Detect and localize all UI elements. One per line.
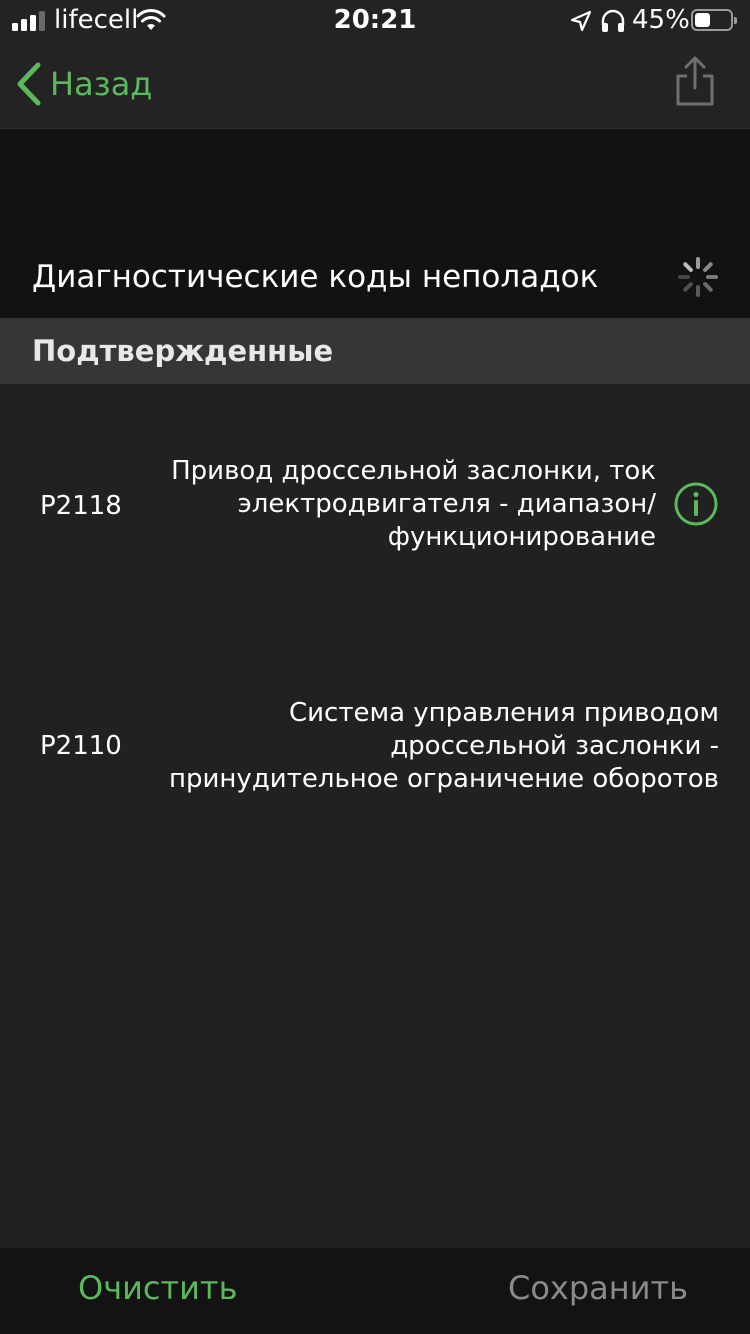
dtc-description: Привод дроссельной заслонки, ток электро… — [171, 456, 656, 552]
headphones-icon — [601, 9, 625, 32]
dtc-code: P2118 — [40, 491, 122, 521]
top-bar: lifecell 20:21 45% Назад — [0, 0, 750, 129]
section-title: Подтвержденные — [32, 334, 334, 368]
page-title: Диагностические коды неполадок — [32, 259, 599, 295]
save-button[interactable]: Сохранить — [508, 1268, 688, 1308]
chevron-left-icon — [17, 62, 41, 106]
dtc-description: Система управления приводом дроссельной … — [169, 698, 719, 794]
battery-percent: 45% — [632, 5, 690, 35]
list-item[interactable]: P2118 Привод дроссельной заслонки, ток э… — [0, 450, 750, 570]
dtc-code: P2110 — [40, 731, 122, 761]
list-item[interactable]: P2110 Система управления приводом дроссе… — [0, 690, 750, 810]
bottom-toolbar: Очистить Сохранить — [0, 1248, 750, 1334]
share-icon[interactable] — [672, 54, 718, 108]
activity-spinner-icon — [678, 257, 718, 297]
back-label: Назад — [50, 65, 153, 103]
battery-icon — [691, 9, 737, 31]
back-button[interactable]: Назад — [14, 60, 152, 108]
status-bar: lifecell 20:21 45% — [0, 0, 750, 40]
section-header: Подтвержденные — [0, 318, 750, 384]
clear-button[interactable]: Очистить — [78, 1268, 237, 1308]
info-icon[interactable] — [673, 481, 719, 527]
battery-fill — [695, 13, 710, 27]
location-icon — [570, 10, 592, 32]
